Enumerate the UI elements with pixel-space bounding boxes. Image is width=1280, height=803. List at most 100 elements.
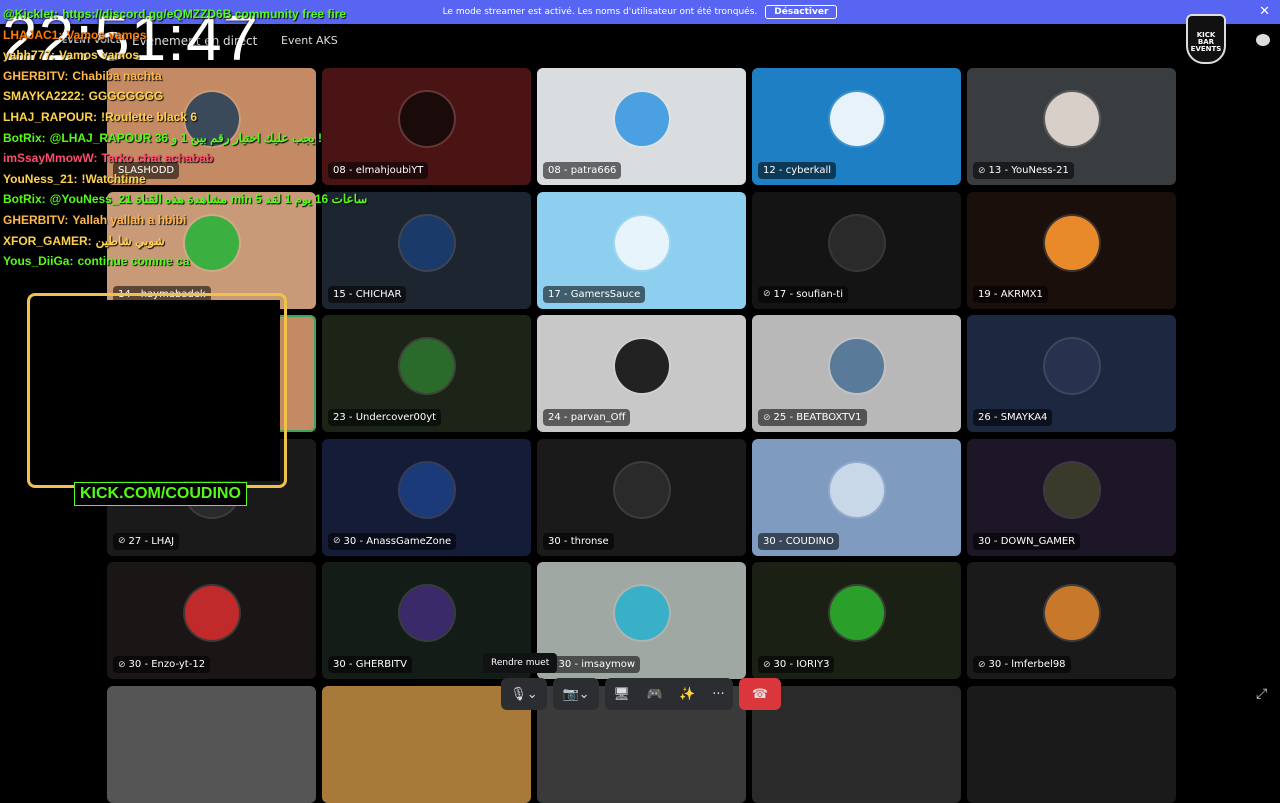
server-logo: KICK BAR EVENTS bbox=[1186, 14, 1226, 64]
participant-tile[interactable] bbox=[322, 685, 531, 803]
chat-username: BotRix: bbox=[3, 192, 46, 207]
chat-text: !Roulette black 6 bbox=[101, 109, 198, 124]
avatar bbox=[1044, 92, 1099, 147]
participant-tile[interactable] bbox=[752, 685, 961, 803]
participant-tile[interactable]: 24 - parvan_Off bbox=[537, 315, 746, 432]
chat-message: BotRix: @LHAJ_RAPOUR يجب عليك اختيار رقم … bbox=[3, 128, 383, 149]
muted-icon: ⊘ bbox=[978, 165, 986, 176]
chat-icon[interactable] bbox=[1256, 34, 1270, 46]
disable-streamer-button[interactable]: Désactiver bbox=[765, 5, 838, 19]
chat-message: LHAJ_RAPOUR: !Roulette black 6 bbox=[3, 107, 383, 128]
participant-name: ⊘ 17 - soufian-ti bbox=[758, 285, 848, 303]
disconnect-button[interactable]: ☎ bbox=[739, 678, 781, 710]
participant-tile[interactable]: 30 - COUDINO bbox=[752, 438, 961, 556]
stream-chat-overlay: @Kicklet: https://discord.gg/eQMZZD6B com… bbox=[3, 4, 383, 272]
participant-name: ⊘ 27 - LHAJ bbox=[113, 532, 180, 550]
banner-text: Le mode streamer est activé. Les noms d'… bbox=[442, 7, 758, 17]
muted-icon: ⊘ bbox=[763, 659, 771, 670]
chat-username: GHERBITV: bbox=[3, 68, 69, 83]
chat-username: SMAYKA2222: bbox=[3, 89, 85, 104]
activity-icon[interactable]: 🎮 bbox=[647, 687, 663, 702]
participant-name: 30 - DOWN_GAMER bbox=[973, 532, 1081, 550]
participant-name: 19 - AKRMX1 bbox=[973, 285, 1048, 303]
participant-name: ⊘ 30 - Enzo-yt-12 bbox=[113, 656, 211, 673]
chat-username: LHAJ_RAPOUR: bbox=[3, 109, 98, 124]
fullscreen-icon[interactable]: ⤢ bbox=[1256, 686, 1267, 702]
participant-name: 15 - CHICHAR bbox=[328, 285, 407, 303]
participant-tile[interactable]: 08 - patra666 bbox=[537, 68, 746, 185]
avatar bbox=[399, 339, 454, 394]
avatar bbox=[1044, 215, 1099, 270]
avatar bbox=[829, 586, 884, 641]
participant-name: 24 - parvan_Off bbox=[543, 409, 631, 426]
avatar bbox=[614, 215, 669, 270]
chat-username: imSsayMmowW: bbox=[3, 151, 98, 166]
avatar bbox=[399, 586, 454, 641]
avatar bbox=[829, 92, 884, 147]
camera-off-icon: 📷 bbox=[562, 686, 579, 702]
avatar bbox=[1044, 339, 1099, 394]
chat-message: @Kicklet: https://discord.gg/eQMZZD6B com… bbox=[3, 4, 383, 25]
avatar bbox=[1044, 586, 1099, 641]
muted-icon: ⊘ bbox=[118, 659, 126, 670]
participant-tile[interactable]: 26 - SMAYKA4 bbox=[967, 315, 1176, 432]
phone-hangup-icon: ☎ bbox=[751, 686, 769, 702]
participant-name: 30 - thronse bbox=[543, 532, 614, 550]
chat-message: SMAYKA2222: GGGGGGGG bbox=[3, 86, 383, 107]
participant-tile[interactable] bbox=[107, 685, 316, 803]
screen-share-icon[interactable]: 🖥 bbox=[613, 687, 630, 702]
participant-tile[interactable]: ⊘ 30 - AnassGameZone bbox=[322, 438, 531, 556]
chat-message: yahh777: Vamos vamos bbox=[3, 45, 383, 66]
participant-tile[interactable]: ⊘ 17 - soufian-ti bbox=[752, 191, 961, 309]
chat-text: GGGGGGGG bbox=[88, 89, 164, 104]
participant-tile[interactable]: 30 - DOWN_GAMER bbox=[967, 438, 1176, 556]
close-icon[interactable]: ✕ bbox=[1259, 4, 1270, 19]
chat-text: Chabiba nachta bbox=[72, 68, 162, 83]
avatar bbox=[184, 586, 239, 641]
participant-tile[interactable]: 19 - AKRMX1 bbox=[967, 191, 1176, 309]
participant-tile[interactable]: ⊘ 13 - YouNess-21 bbox=[967, 68, 1176, 185]
kick-url-label: KICK.COM/COUDINO bbox=[74, 482, 247, 506]
participant-name: ⊘ 30 - AnassGameZone bbox=[328, 532, 457, 550]
avatar bbox=[1044, 462, 1099, 517]
chat-username: GHERBITV: bbox=[3, 212, 69, 227]
avatar bbox=[614, 339, 669, 394]
chat-text: Tarko chat achabab bbox=[101, 151, 214, 166]
participant-tile[interactable]: 12 - cyberkall bbox=[752, 68, 961, 185]
participant-name: 17 - GamersSauce bbox=[543, 285, 646, 303]
avatar bbox=[829, 215, 884, 270]
participant-tile[interactable]: 23 - Undercover00yt bbox=[322, 315, 531, 432]
soundboard-icon[interactable]: ✨ bbox=[679, 687, 695, 702]
actions-group: 🖥 🎮 ✨ ··· bbox=[605, 678, 733, 710]
participant-tile[interactable]: ⊘ 30 - Enzo-yt-12 bbox=[107, 562, 316, 679]
avatar bbox=[614, 462, 669, 517]
chat-text: شوبي شاطين bbox=[95, 233, 165, 248]
participant-tile[interactable] bbox=[967, 685, 1176, 803]
mute-tooltip: Rendre muet bbox=[483, 653, 558, 673]
participant-name: 23 - Undercover00yt bbox=[328, 409, 442, 426]
participant-tile[interactable]: ⊘ 30 - IORIY3 bbox=[752, 562, 961, 679]
participant-tile[interactable]: ⊘30 - imsaymow bbox=[537, 562, 746, 679]
chevron-down-icon[interactable]: ⌄ bbox=[527, 687, 538, 702]
chat-text: Vamos vamos bbox=[66, 27, 147, 42]
avatar bbox=[399, 462, 454, 517]
chat-message: Yous_DiiGa: continue comme ca bbox=[3, 251, 383, 272]
microphone-icon: 🎙 bbox=[510, 686, 527, 702]
participant-tile[interactable]: ⊘ 25 - BEATBOXTV1 bbox=[752, 315, 961, 432]
chat-text: Vamos vamos bbox=[59, 48, 140, 63]
participant-tile[interactable]: 17 - GamersSauce bbox=[537, 191, 746, 309]
participant-tile[interactable]: ⊘ 30 - lmferbel98 bbox=[967, 562, 1176, 679]
chevron-down-icon[interactable]: ⌄ bbox=[579, 687, 590, 702]
participant-tile[interactable]: 30 - thronse bbox=[537, 438, 746, 556]
microphone-button[interactable]: 🎙 ⌄ bbox=[501, 678, 547, 710]
webcam-frame bbox=[27, 293, 287, 488]
more-icon[interactable]: ··· bbox=[712, 687, 724, 702]
participant-name: ⊘30 - imsaymow bbox=[543, 656, 641, 673]
participant-name: ⊘ 25 - BEATBOXTV1 bbox=[758, 409, 867, 426]
chat-text: Yallah yallah a hbibi bbox=[72, 212, 187, 227]
camera-button[interactable]: 📷 ⌄ bbox=[553, 678, 599, 710]
avatar bbox=[399, 215, 454, 270]
chat-username: Yous_DiiGa: bbox=[3, 254, 74, 269]
participant-name: 08 - patra666 bbox=[543, 162, 622, 179]
call-controls: 🎙 ⌄ 📷 ⌄ 🖥 🎮 ✨ ··· ☎ bbox=[501, 678, 781, 710]
